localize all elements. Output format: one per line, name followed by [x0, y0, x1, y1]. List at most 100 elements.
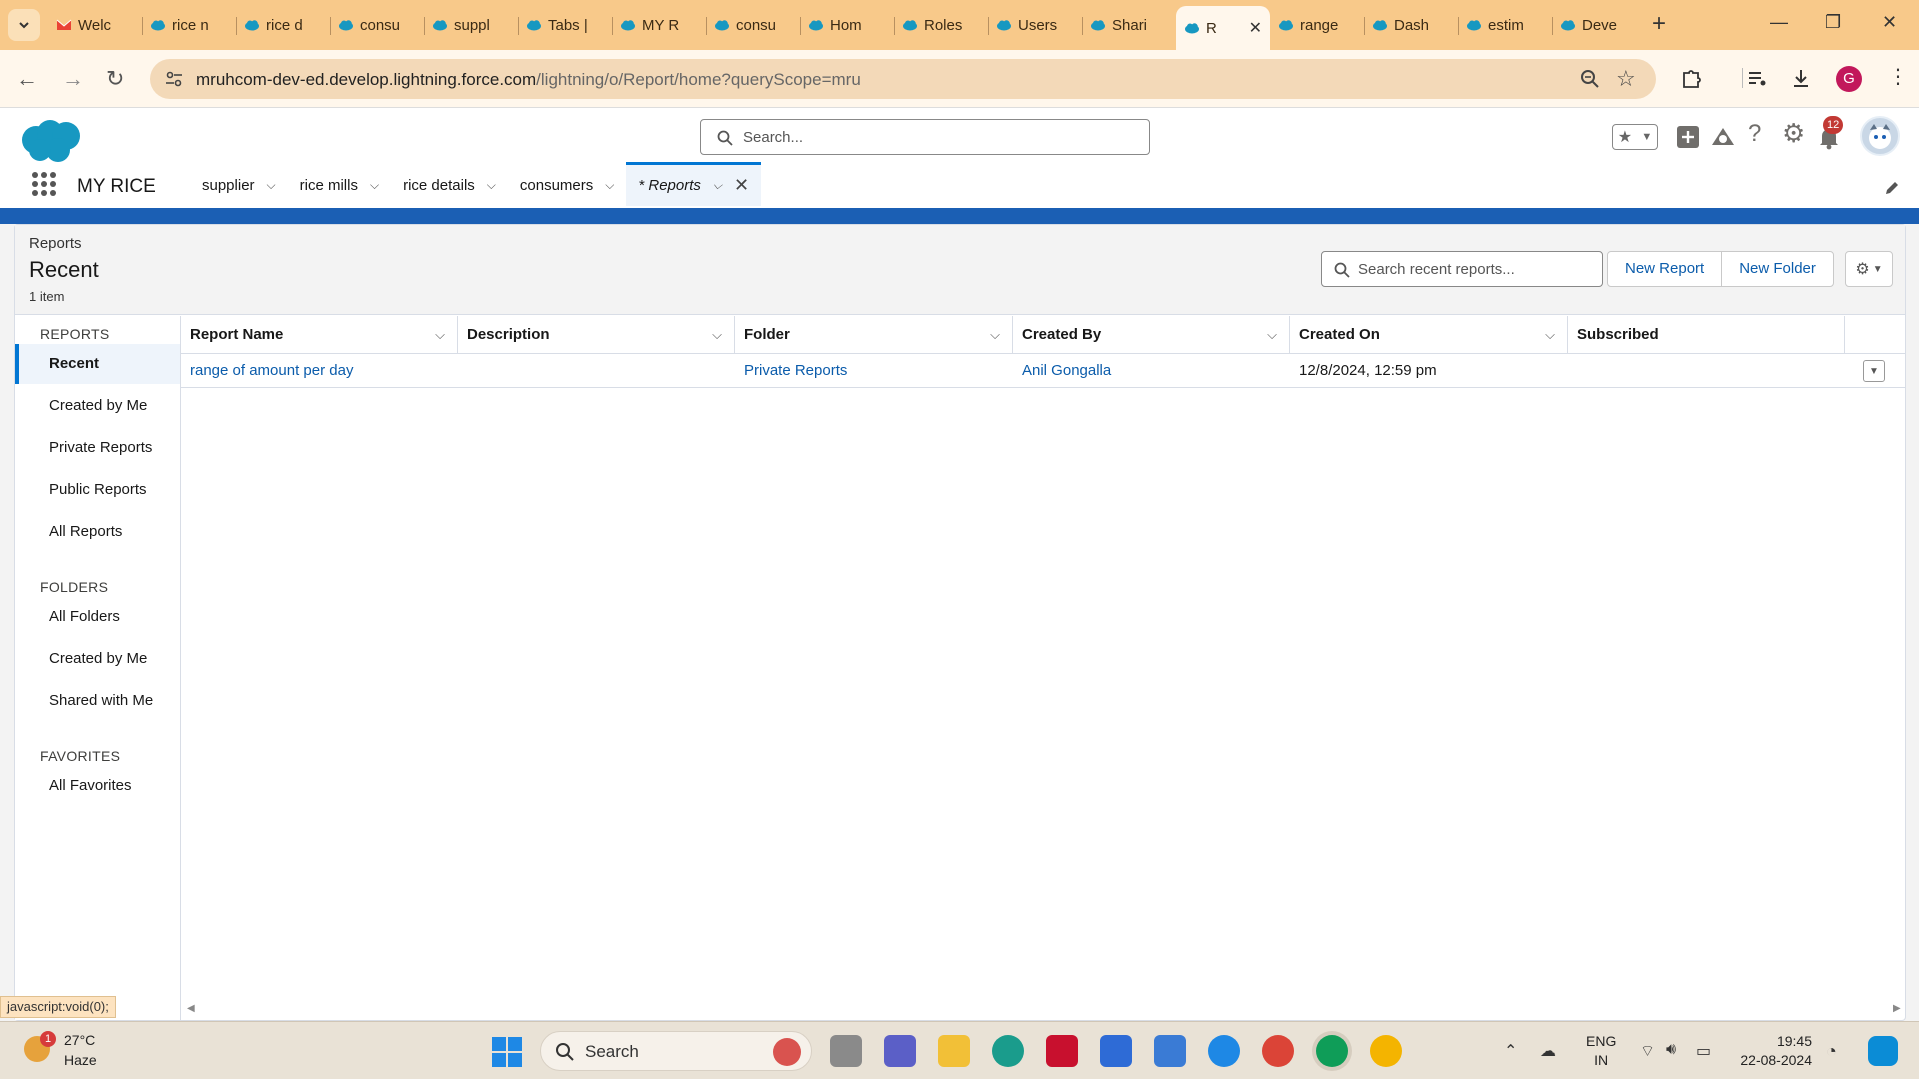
browser-tab[interactable]: Tabs |	[518, 6, 612, 44]
browser-tab[interactable]: Users	[988, 6, 1082, 44]
scroll-left-icon[interactable]: ◀	[187, 1003, 195, 1014]
windows-start-icon[interactable]	[492, 1037, 522, 1067]
minimize-icon[interactable]: —	[1770, 12, 1788, 33]
sidebar-item-recent[interactable]: Recent	[15, 344, 180, 384]
close-window-icon[interactable]: ✕	[1882, 12, 1897, 33]
volume-icon[interactable]: 🔊︎	[1666, 1041, 1676, 1059]
teams-icon[interactable]	[884, 1035, 916, 1067]
favorites-button[interactable]: ★ ▼	[1612, 124, 1658, 150]
file-explorer-icon[interactable]	[938, 1035, 970, 1067]
browser-tab[interactable]: Roles	[894, 6, 988, 44]
chrome-icon[interactable]	[1262, 1035, 1294, 1067]
close-tab-icon[interactable]: ✕	[734, 175, 749, 196]
browser-tab[interactable]: MY R	[612, 6, 706, 44]
mcafee-icon[interactable]	[1046, 1035, 1078, 1067]
global-search-input[interactable]: Search...	[700, 119, 1150, 155]
list-settings-button[interactable]: ⚙ ▼	[1845, 251, 1893, 287]
tab-search-button[interactable]	[8, 9, 40, 41]
copilot-icon[interactable]	[1868, 1036, 1898, 1066]
store-icon[interactable]	[1154, 1035, 1186, 1067]
bookmark-star-icon[interactable]: ☆	[1616, 66, 1636, 92]
chevron-down-icon[interactable]: ⌵	[713, 178, 722, 193]
browser-tab[interactable]: range	[1270, 6, 1364, 44]
extensions-icon[interactable]	[1680, 67, 1702, 89]
trailhead-icon[interactable]	[1710, 125, 1736, 149]
new-folder-button[interactable]: New Folder	[1721, 252, 1833, 286]
browser-tab[interactable]: rice d	[236, 6, 330, 44]
chrome-active-icon[interactable]	[1316, 1035, 1348, 1067]
browser-tab[interactable]: Shari	[1082, 6, 1176, 44]
salesforce-logo-icon[interactable]	[18, 118, 84, 164]
sidebar-item-all-folders[interactable]: All Folders	[15, 597, 180, 637]
sidebar-item-created-by-me[interactable]: Created by Me	[15, 386, 180, 426]
forward-icon[interactable]: →	[62, 66, 84, 92]
onedrive-icon[interactable]: ☁	[1540, 1041, 1556, 1061]
browser-tab[interactable]: R ✕	[1176, 6, 1270, 50]
setup-gear-icon[interactable]: ⚙	[1782, 118, 1805, 149]
scroll-right-icon[interactable]: ▶	[1893, 1003, 1901, 1014]
taskbar-search[interactable]: Search	[540, 1031, 812, 1071]
report-name-link[interactable]: range of amount per day	[181, 354, 353, 388]
myhp-icon[interactable]	[1100, 1035, 1132, 1067]
download-icon[interactable]	[1790, 67, 1812, 89]
report-created-by-link[interactable]: Anil Gongalla	[1013, 354, 1111, 388]
show-hidden-icons-icon[interactable]: ⌃	[1504, 1041, 1517, 1061]
browser-tab[interactable]: Welc	[48, 6, 142, 44]
sidebar-item-all-reports[interactable]: All Reports	[15, 512, 180, 552]
more-menu-icon[interactable]: ⋮	[1888, 64, 1908, 89]
chevron-down-icon[interactable]: ⌵	[990, 316, 1000, 354]
column-header-report-name[interactable]: Report Name ⌵	[181, 316, 458, 354]
user-avatar[interactable]	[1860, 116, 1900, 156]
chevron-down-icon[interactable]: ⌵	[267, 178, 276, 193]
task-view-icon[interactable]	[830, 1035, 862, 1067]
chevron-down-icon[interactable]: ⌵	[435, 316, 445, 354]
sidebar-item-shared-with-me[interactable]: Shared with Me	[15, 681, 180, 721]
edit-nav-pencil-icon[interactable]	[1884, 180, 1900, 196]
system-clock[interactable]: 19:45 22-08-2024	[1740, 1032, 1812, 1070]
nav-item-reports-active[interactable]: * Reports ⌵ ✕	[626, 162, 762, 206]
chrome-profile-icon[interactable]	[1370, 1035, 1402, 1067]
column-header-folder[interactable]: Folder ⌵	[735, 316, 1013, 354]
wifi-icon[interactable]: ⌔	[1640, 1041, 1655, 1061]
media-control-icon[interactable]	[1746, 67, 1768, 89]
browser-tab[interactable]: suppl	[424, 6, 518, 44]
sidebar-item-public-reports[interactable]: Public Reports	[15, 470, 180, 510]
sidebar-item-private-reports[interactable]: Private Reports	[15, 428, 180, 468]
column-header-created-by[interactable]: Created By ⌵	[1013, 316, 1290, 354]
help-app-icon[interactable]	[1208, 1035, 1240, 1067]
chevron-down-icon[interactable]: ⌵	[370, 178, 379, 193]
notification-center-icon[interactable]: ◔	[1826, 1041, 1837, 1062]
profile-avatar[interactable]: G	[1836, 66, 1862, 92]
app-launcher-icon[interactable]	[32, 172, 56, 196]
browser-tab[interactable]: Hom	[800, 6, 894, 44]
browser-tab[interactable]: rice n	[142, 6, 236, 44]
column-header-created-on[interactable]: Created On ⌵	[1290, 316, 1568, 354]
new-tab-button[interactable]: +	[1652, 10, 1666, 38]
nav-item[interactable]: rice mills ⌵	[288, 164, 391, 206]
column-header-subscribed[interactable]: Subscribed	[1568, 316, 1845, 354]
column-header-description[interactable]: Description ⌵	[458, 316, 735, 354]
zoom-icon[interactable]	[1580, 69, 1600, 89]
reload-icon[interactable]: ↻	[106, 66, 124, 92]
search-recent-reports-input[interactable]: Search recent reports...	[1321, 251, 1603, 287]
chevron-down-icon[interactable]: ⌵	[1545, 316, 1555, 354]
row-actions-button[interactable]: ▼	[1863, 360, 1885, 382]
address-bar[interactable]: mruhcom-dev-ed.develop.lightning.force.c…	[150, 59, 1656, 99]
browser-tab[interactable]: Dash	[1364, 6, 1458, 44]
nav-item[interactable]: consumers ⌵	[508, 164, 626, 206]
site-info-icon[interactable]	[164, 69, 184, 89]
chevron-down-icon[interactable]: ⌵	[487, 178, 496, 193]
language-indicator[interactable]: ENG IN	[1586, 1032, 1616, 1070]
battery-icon[interactable]: ▭	[1696, 1041, 1711, 1061]
help-icon[interactable]: ?	[1748, 120, 1761, 148]
browser-tab[interactable]: estim	[1458, 6, 1552, 44]
sidebar-item-folders-created-by-me[interactable]: Created by Me	[15, 639, 180, 679]
chevron-down-icon[interactable]: ⌵	[712, 316, 722, 354]
global-actions-icon[interactable]	[1676, 125, 1700, 149]
browser-tab[interactable]: consu	[330, 6, 424, 44]
report-folder-link[interactable]: Private Reports	[735, 354, 847, 388]
close-tab-icon[interactable]: ✕	[1249, 18, 1262, 38]
chevron-down-icon[interactable]: ⌵	[1267, 316, 1277, 354]
browser-tab[interactable]: Deve	[1552, 6, 1646, 44]
sidebar-item-all-favorites[interactable]: All Favorites	[15, 766, 180, 806]
